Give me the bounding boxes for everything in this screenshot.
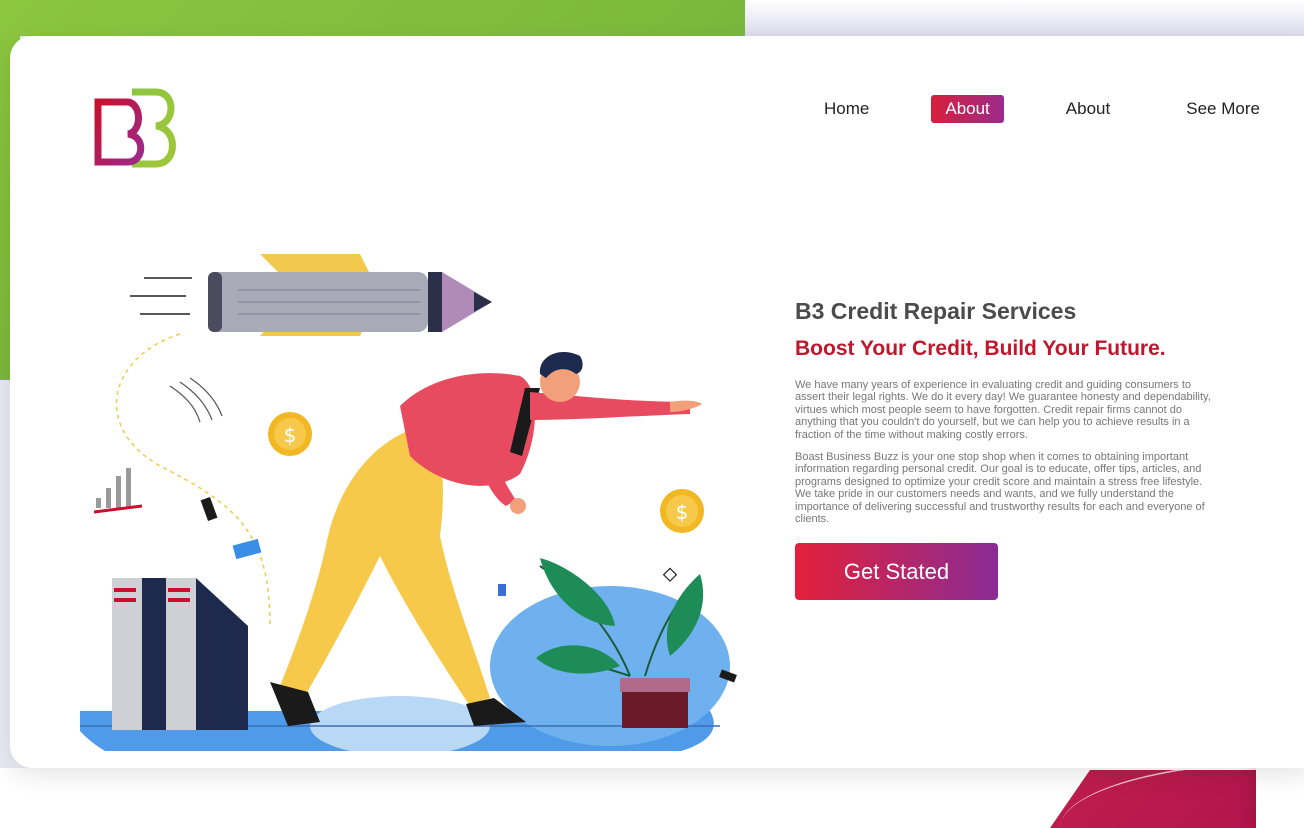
hero-illustration: $ $ bbox=[80, 254, 737, 751]
b3-logo-icon[interactable] bbox=[92, 88, 184, 170]
main-card: Home About About See More $ $ B3 Credit … bbox=[10, 36, 1304, 768]
bar-chart-icon bbox=[93, 468, 143, 514]
dollar-coin-icon-2: $ bbox=[660, 489, 704, 533]
nav-see-more[interactable]: See More bbox=[1172, 95, 1274, 123]
pencil-rocket-icon bbox=[130, 254, 492, 336]
book-icon bbox=[112, 578, 248, 730]
dollar-coin-icon: $ bbox=[268, 412, 312, 456]
svg-text:$: $ bbox=[284, 423, 297, 447]
hero-paragraph-2: Boast Business Buzz is your one stop sho… bbox=[795, 451, 1205, 526]
svg-text:$: $ bbox=[676, 500, 689, 524]
hero-content: B3 Credit Repair Services Boost Your Cre… bbox=[795, 298, 1215, 601]
get-started-button[interactable]: Get Stated bbox=[795, 543, 998, 601]
main-nav: Home About About See More bbox=[810, 94, 1274, 124]
wave-lines bbox=[169, 377, 223, 423]
nav-about-active[interactable]: About bbox=[931, 95, 1004, 123]
ground-light-shape bbox=[310, 696, 490, 751]
background-lavender-shape bbox=[745, 0, 1304, 36]
hero-paragraph-1: We have many years of experience in eval… bbox=[795, 379, 1211, 441]
nav-about[interactable]: About bbox=[1052, 95, 1124, 123]
nav-home[interactable]: Home bbox=[810, 95, 883, 123]
hero-tagline: Boost Your Credit, Build Your Future. bbox=[795, 337, 1166, 360]
site-title: B3 Credit Repair Services bbox=[795, 298, 1077, 324]
